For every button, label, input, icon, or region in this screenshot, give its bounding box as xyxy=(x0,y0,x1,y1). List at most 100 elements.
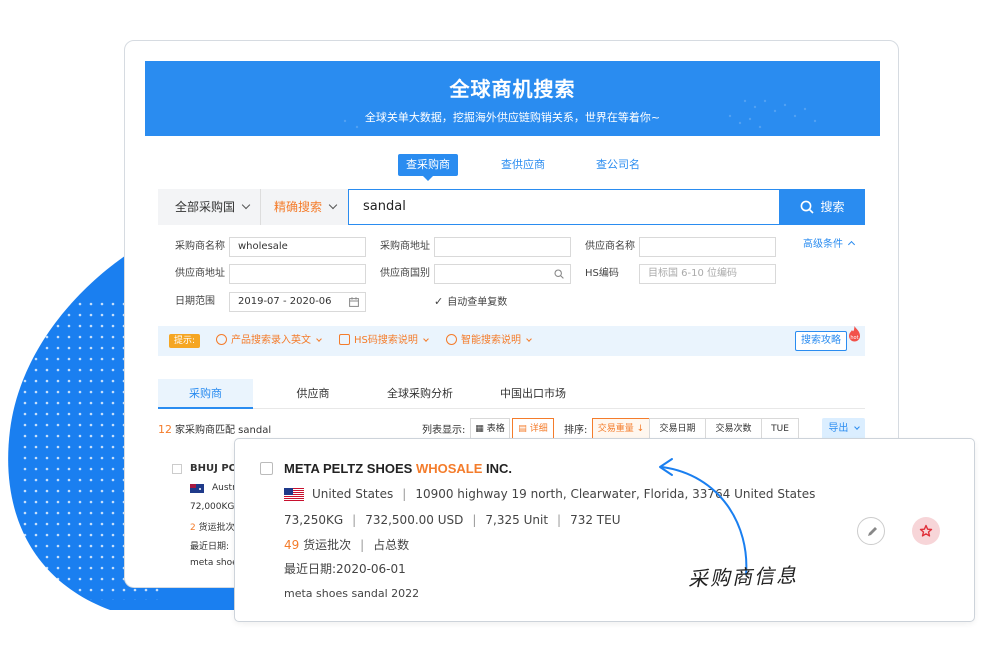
export-button[interactable]: 导出 xyxy=(822,418,865,440)
buyer-name-field[interactable]: wholesale xyxy=(229,237,366,257)
supplier-name-field[interactable] xyxy=(639,237,776,257)
svg-text:hot: hot xyxy=(850,335,858,341)
tab-find-buyers[interactable]: 查采购商 xyxy=(398,154,458,181)
advanced-conditions-label: 高级条件 xyxy=(803,239,843,250)
auto-dedupe-checkbox[interactable]: ✓ 自动查单复数 xyxy=(434,292,507,312)
chevron-down-icon xyxy=(316,336,322,342)
hint-bar: 提示: 产品搜索录入英文 HS码搜索说明 智能搜索说明 搜索攻略 hot xyxy=(158,326,865,356)
result-last-date-label: 最近日期: xyxy=(190,542,230,552)
buyer-name-label: 采购商名称 xyxy=(175,241,225,252)
result-last-date: 最近日期:2020-06-01 xyxy=(284,560,406,578)
sort-weight-button[interactable]: 交易重量 ↓ xyxy=(592,418,650,440)
search-mode-label: 精确搜索 xyxy=(274,200,323,214)
search-icon xyxy=(554,269,564,279)
advanced-conditions-link[interactable]: 高级条件 xyxy=(803,237,856,253)
hint-label: 提示: xyxy=(169,334,200,348)
check-icon: ✓ xyxy=(434,295,444,308)
hs-code-field[interactable]: 目标国 6-10 位编码 xyxy=(639,264,776,284)
result-checkbox[interactable] xyxy=(260,462,273,475)
supplier-country-label: 供应商国别 xyxy=(380,268,430,279)
match-count-number: 12 xyxy=(158,423,172,436)
hint-english-input[interactable]: 产品搜索录入英文 xyxy=(216,334,322,348)
star-icon xyxy=(919,524,933,537)
detail-icon: ▤ xyxy=(518,424,527,434)
hero-subtitle: 全球关单大数据，挖掘海外供应链购销关系，世界在等着你~ xyxy=(364,111,661,124)
auto-dedupe-label: 自动查单复数 xyxy=(447,297,508,308)
date-range-field[interactable]: 2019-07 - 2020-06 xyxy=(229,292,366,312)
fire-icon: hot xyxy=(849,326,860,342)
result-stats: 73,250KG | 732,500.00 USD | 7,325 Unit | 732 T… xyxy=(284,513,621,527)
search-bar: 全部采购国 精确搜索 sandal 搜索 xyxy=(158,189,865,225)
tab-global-analysis[interactable]: 全球采购分析 xyxy=(370,379,470,409)
result-teu: 732 TEU xyxy=(570,513,621,527)
hint-smart-search[interactable]: 智能搜索说明 xyxy=(446,334,532,348)
annotation-label: 采购商信息 xyxy=(687,563,799,591)
hint-english-label: 产品搜索录入英文 xyxy=(231,335,311,346)
result-country: Austr xyxy=(212,483,236,493)
globe-icon xyxy=(216,334,227,345)
buyer-detail-card: META PELTZ SHOES WHOSALE INC. United Sta… xyxy=(234,438,975,622)
result-shipments-text: 货运批次 xyxy=(198,523,235,533)
result-tabs: 采购商 供应商 全球采购分析 中国出口市场 xyxy=(158,379,865,409)
result-weight: 73,250KG xyxy=(284,513,344,527)
result-product: meta shoes sandal 2022 xyxy=(284,587,420,600)
tab-china-export[interactable]: 中国出口市场 xyxy=(483,379,583,409)
smart-icon xyxy=(446,334,457,345)
view-detail-button[interactable]: ▤ 详细 xyxy=(512,418,554,440)
search-input[interactable]: sandal xyxy=(348,189,780,225)
sort-label: 排序: xyxy=(564,425,588,436)
hint-hs-code[interactable]: HS码搜索说明 xyxy=(339,334,429,348)
search-icon xyxy=(801,200,815,214)
calendar-icon xyxy=(349,297,359,307)
result-country: United States xyxy=(312,487,394,501)
sort-tue-button[interactable]: TUE xyxy=(761,418,799,440)
edit-button[interactable] xyxy=(857,517,885,545)
tab-find-suppliers[interactable]: 查供应商 xyxy=(493,154,553,176)
result-last-date-label: 最近日期: xyxy=(284,562,337,576)
search-mode-select[interactable]: 精确搜索 xyxy=(260,189,348,225)
search-guide-button[interactable]: 搜索攻略 xyxy=(795,331,847,351)
result-weight: 72,000KG xyxy=(190,502,235,512)
sort-count-button[interactable]: 交易次数 xyxy=(705,418,762,440)
search-button-label: 搜索 xyxy=(820,200,845,214)
result-shipments-text: 货运批次 xyxy=(303,538,352,552)
sort-date-button[interactable]: 交易日期 xyxy=(649,418,706,440)
hint-hs-label: HS码搜索说明 xyxy=(354,335,418,346)
chevron-up-icon xyxy=(848,240,856,249)
result-company-name[interactable]: BHUJ PO xyxy=(190,463,237,474)
view-table-button[interactable]: ▦ 表格 xyxy=(470,418,510,440)
result-shipments: 2 货运批次 xyxy=(190,520,235,533)
tab-find-companies[interactable]: 查公司名 xyxy=(588,154,648,176)
company-name-prefix: META PELTZ SHOES xyxy=(284,461,416,476)
result-company-name[interactable]: META PELTZ SHOES WHOSALE INC. xyxy=(284,460,512,478)
chevron-down-icon xyxy=(328,200,338,210)
match-count: 12 家采购商匹配 sandal xyxy=(158,422,271,438)
country-select-label: 全部采购国 xyxy=(175,200,236,214)
favorite-button[interactable] xyxy=(912,517,940,545)
chevron-down-icon xyxy=(853,424,860,430)
supplier-address-label: 供应商地址 xyxy=(175,268,225,279)
hero-banner: 全球商机搜索 全球关单大数据，挖掘海外供应链购销关系，世界在等着你~ xyxy=(145,61,880,136)
chevron-down-icon xyxy=(526,336,532,342)
result-units: 7,325 Unit xyxy=(485,513,549,527)
view-detail-label: 详细 xyxy=(529,424,548,434)
buyer-address-field[interactable] xyxy=(434,237,571,257)
supplier-name-label: 供应商名称 xyxy=(585,241,635,252)
tab-buyers[interactable]: 采购商 xyxy=(158,379,253,409)
buyer-address-label: 采购商地址 xyxy=(380,241,430,252)
tab-suppliers[interactable]: 供应商 xyxy=(268,379,358,409)
supplier-country-field[interactable] xyxy=(434,264,571,284)
search-button[interactable]: 搜索 xyxy=(780,189,865,225)
result-share-text: 占总数 xyxy=(373,538,410,552)
pencil-icon xyxy=(868,527,877,536)
country-select[interactable]: 全部采购国 xyxy=(158,189,258,225)
company-name-suffix: INC. xyxy=(482,461,513,476)
barcode-icon xyxy=(339,334,350,345)
result-last-date-value: 2020-06-01 xyxy=(336,562,406,576)
match-count-text: 家采购商匹配 sandal xyxy=(175,425,272,436)
result-checkbox[interactable] xyxy=(172,464,182,474)
result-shipments: 49 货运批次 | 占总数 xyxy=(284,538,410,552)
date-range-value: 2019-07 - 2020-06 xyxy=(238,296,332,307)
supplier-address-field[interactable] xyxy=(229,264,366,284)
result-shipments-number: 49 xyxy=(284,538,300,552)
